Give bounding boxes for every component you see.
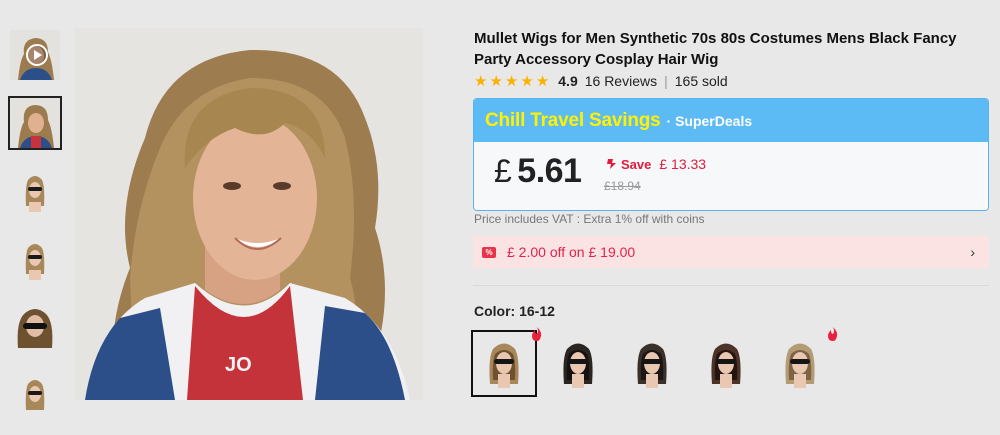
color-swatches bbox=[471, 327, 838, 397]
flame-icon bbox=[531, 327, 543, 341]
coupon-icon: % bbox=[482, 246, 496, 258]
deal-title: Chill Travel Savings bbox=[485, 109, 661, 131]
play-icon bbox=[26, 44, 48, 66]
thumbnail-image bbox=[10, 234, 60, 284]
original-price: £18.94 bbox=[604, 179, 641, 193]
current-price: £5.61 bbox=[494, 152, 582, 191]
thumbnail-wig[interactable] bbox=[10, 234, 60, 284]
color-swatch-blonde[interactable] bbox=[769, 327, 838, 395]
color-swatch-black-2[interactable] bbox=[621, 332, 683, 395]
thumbnail-video[interactable] bbox=[10, 30, 60, 80]
thumbnail-image bbox=[10, 98, 60, 148]
chevron-right-icon: › bbox=[970, 244, 975, 260]
swatch-image bbox=[695, 332, 757, 395]
thumbnail-wig-dark[interactable] bbox=[10, 302, 60, 352]
save-badge: Save £ 13.33 bbox=[606, 156, 706, 172]
color-swatch-16-12[interactable] bbox=[471, 327, 542, 397]
save-amount: £ 13.33 bbox=[659, 156, 707, 172]
product-title: Mullet Wigs for Men Synthetic 70s 80s Co… bbox=[474, 30, 957, 68]
thumbnail-wig[interactable] bbox=[10, 370, 60, 420]
deal-banner: Chill Travel Savings · SuperDeals bbox=[474, 99, 988, 142]
price-panel: £5.61 Save £ 13.33 £18.94 bbox=[474, 142, 988, 210]
color-swatch-dark-brown[interactable] bbox=[695, 332, 757, 395]
vat-note: Price includes VAT : Extra 1% off with c… bbox=[474, 212, 705, 226]
star-icon: ★ bbox=[489, 72, 503, 90]
color-swatch-black[interactable] bbox=[547, 332, 609, 395]
thumbnail-strip bbox=[8, 28, 63, 435]
coupon-bar[interactable]: % £ 2.00 off on £ 19.00 › bbox=[473, 236, 989, 268]
thumbnail-image bbox=[10, 370, 60, 420]
swatch-image bbox=[621, 332, 683, 395]
thumbnail-photo[interactable] bbox=[8, 96, 62, 150]
color-label: Color: 16-12 bbox=[474, 303, 555, 319]
superdeals-box: Chill Travel Savings · SuperDeals £5.61 … bbox=[473, 98, 989, 211]
star-icon: ★ bbox=[504, 72, 519, 90]
star-icon: ★ bbox=[535, 72, 550, 90]
swatch-image bbox=[473, 332, 535, 395]
product-photo: JO bbox=[75, 28, 423, 400]
currency-symbol: £ bbox=[494, 153, 512, 189]
color-selected-value: 16-12 bbox=[519, 303, 555, 319]
separator: | bbox=[664, 73, 668, 89]
flame-icon bbox=[827, 327, 839, 341]
star-rating[interactable]: ★ ★ ★ ★ ★ bbox=[474, 74, 549, 89]
reviews-link[interactable]: 16 Reviews bbox=[585, 73, 657, 89]
divider bbox=[473, 285, 989, 286]
price-value: 5.61 bbox=[517, 152, 582, 190]
thumbnail-wig[interactable] bbox=[10, 166, 60, 216]
svg-text:JO: JO bbox=[225, 354, 252, 376]
swatch-image bbox=[769, 332, 831, 395]
thumbnail-image bbox=[10, 302, 60, 352]
sold-count: 165 sold bbox=[674, 73, 728, 89]
coupon-text: £ 2.00 off on £ 19.00 bbox=[507, 244, 636, 260]
down-arrow-icon bbox=[607, 159, 616, 169]
rating-value: 4.9 bbox=[558, 73, 578, 89]
star-icon: ★ bbox=[520, 72, 534, 90]
thumbnail-image bbox=[10, 166, 60, 216]
main-product-image[interactable]: JO bbox=[75, 28, 423, 400]
deal-subtitle: · SuperDeals bbox=[666, 112, 753, 129]
rating-row: ★ ★ ★ ★ ★ 4.9 16 Reviews | 165 sold bbox=[474, 71, 728, 91]
star-icon: ★ bbox=[474, 72, 488, 90]
swatch-image bbox=[547, 332, 609, 395]
save-label: Save bbox=[621, 156, 652, 172]
color-label-text: Color: bbox=[474, 303, 516, 319]
